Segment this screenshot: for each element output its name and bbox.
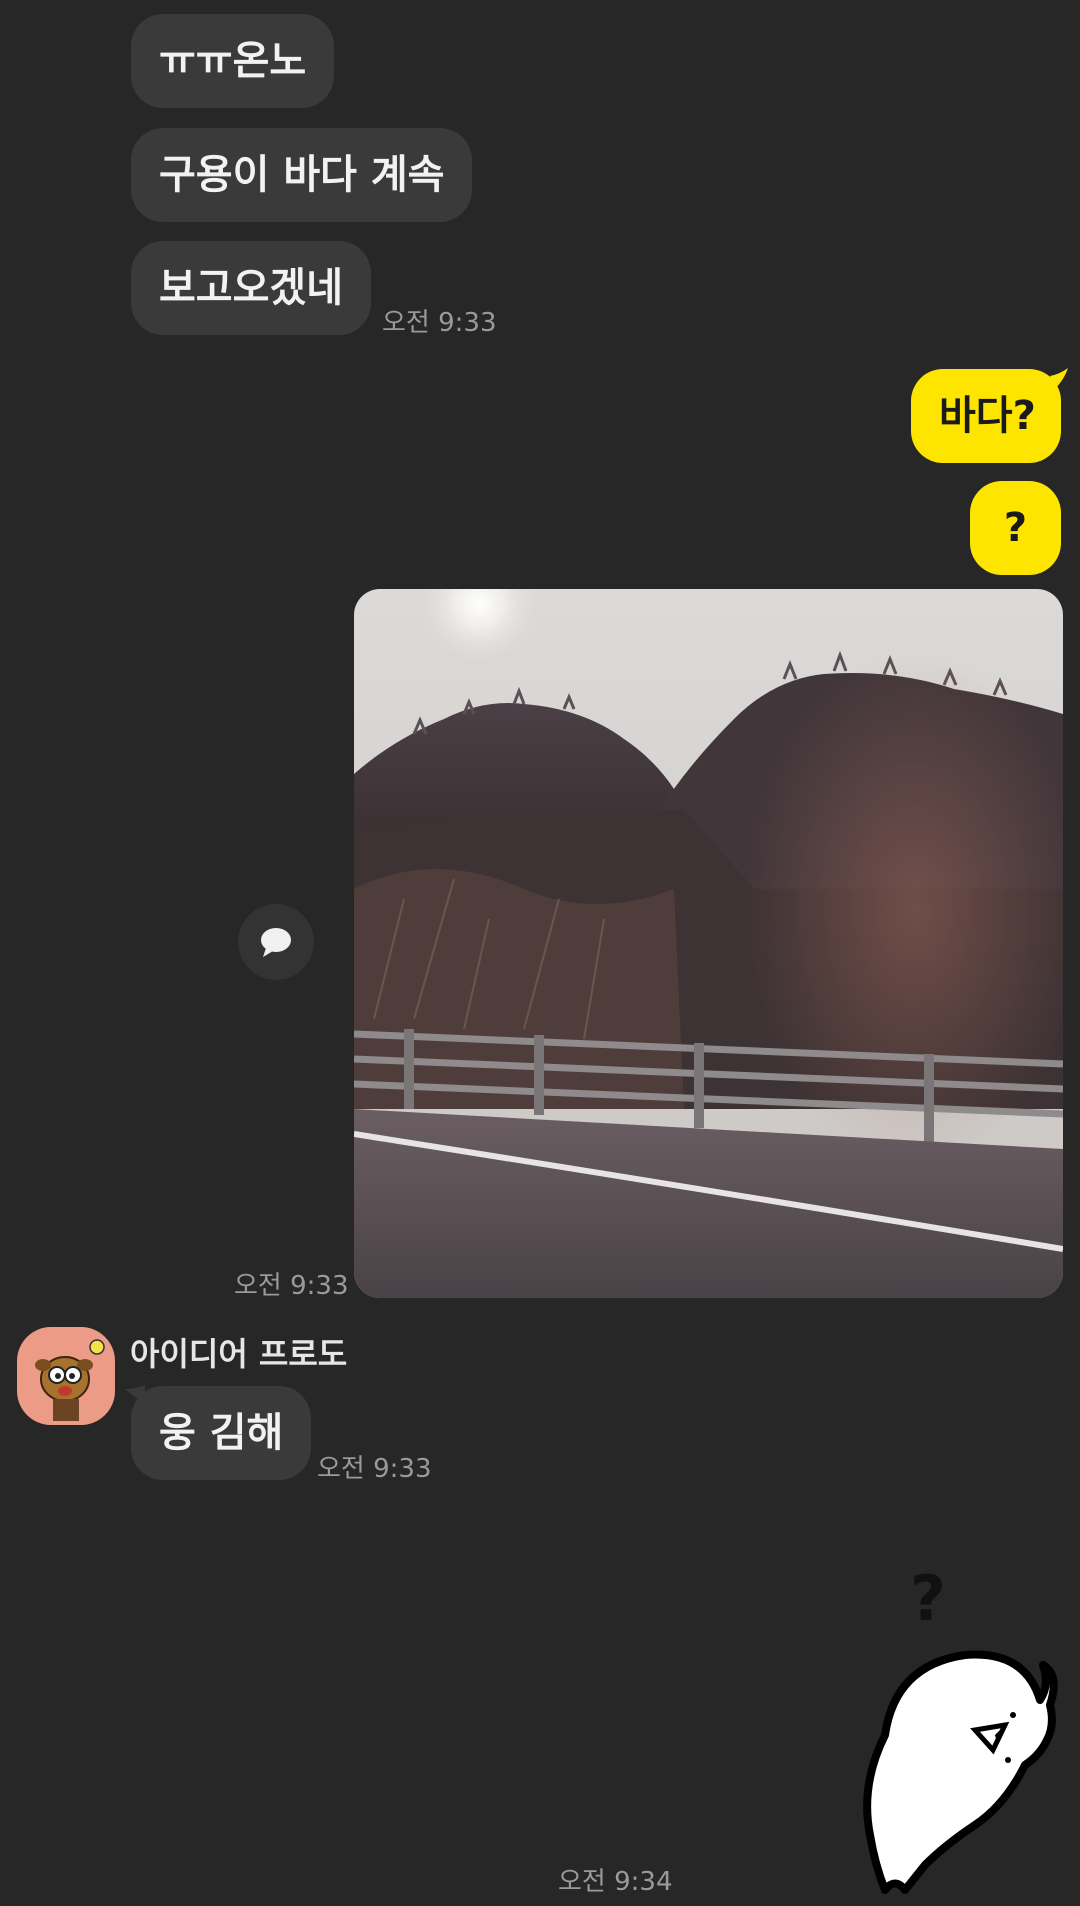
bubble-tail-icon bbox=[125, 1385, 145, 1405]
message-text: 구용이 바다 계속 bbox=[159, 152, 445, 198]
sticker-question-mark: ? bbox=[910, 1565, 946, 1635]
profile-avatar[interactable] bbox=[17, 1327, 115, 1425]
chat-bubble-outgoing[interactable]: 바다? bbox=[911, 369, 1061, 463]
message-timestamp: 오전 9:33 bbox=[317, 1454, 432, 1484]
frodo-avatar-icon bbox=[35, 1339, 105, 1421]
message-text: ㅠㅠ온노 bbox=[159, 38, 307, 84]
chat-bubble-outgoing[interactable]: ? bbox=[970, 481, 1061, 575]
chat-bubble-incoming[interactable]: 구용이 바다 계속 bbox=[131, 128, 473, 222]
message-text: 보고오겠네 bbox=[159, 265, 343, 311]
message-text: 바다? bbox=[939, 393, 1036, 439]
message-text: 웅 김해 bbox=[159, 1410, 284, 1456]
sender-name: 아이디어 프로도 bbox=[130, 1335, 348, 1373]
bubble-tail-icon bbox=[1050, 368, 1068, 390]
message-text: ? bbox=[1003, 505, 1028, 551]
chat-bubble-incoming[interactable]: ㅠㅠ온노 bbox=[131, 14, 335, 108]
share-button[interactable] bbox=[238, 904, 314, 980]
chat-bubble-incoming[interactable]: 보고오겠네 bbox=[131, 241, 371, 335]
message-timestamp: 오전 9:33 bbox=[234, 1271, 349, 1301]
speech-bubble-icon bbox=[261, 928, 291, 957]
chat-bubble-incoming[interactable]: 웅 김해 bbox=[131, 1386, 312, 1480]
mountain-road-photo bbox=[354, 589, 1063, 1298]
message-timestamp: 오전 9:33 bbox=[382, 308, 497, 338]
confused-blob-sticker[interactable]: ? bbox=[825, 1565, 1065, 1895]
photo-message[interactable] bbox=[354, 589, 1063, 1298]
message-timestamp: 오전 9:34 bbox=[558, 1867, 673, 1897]
